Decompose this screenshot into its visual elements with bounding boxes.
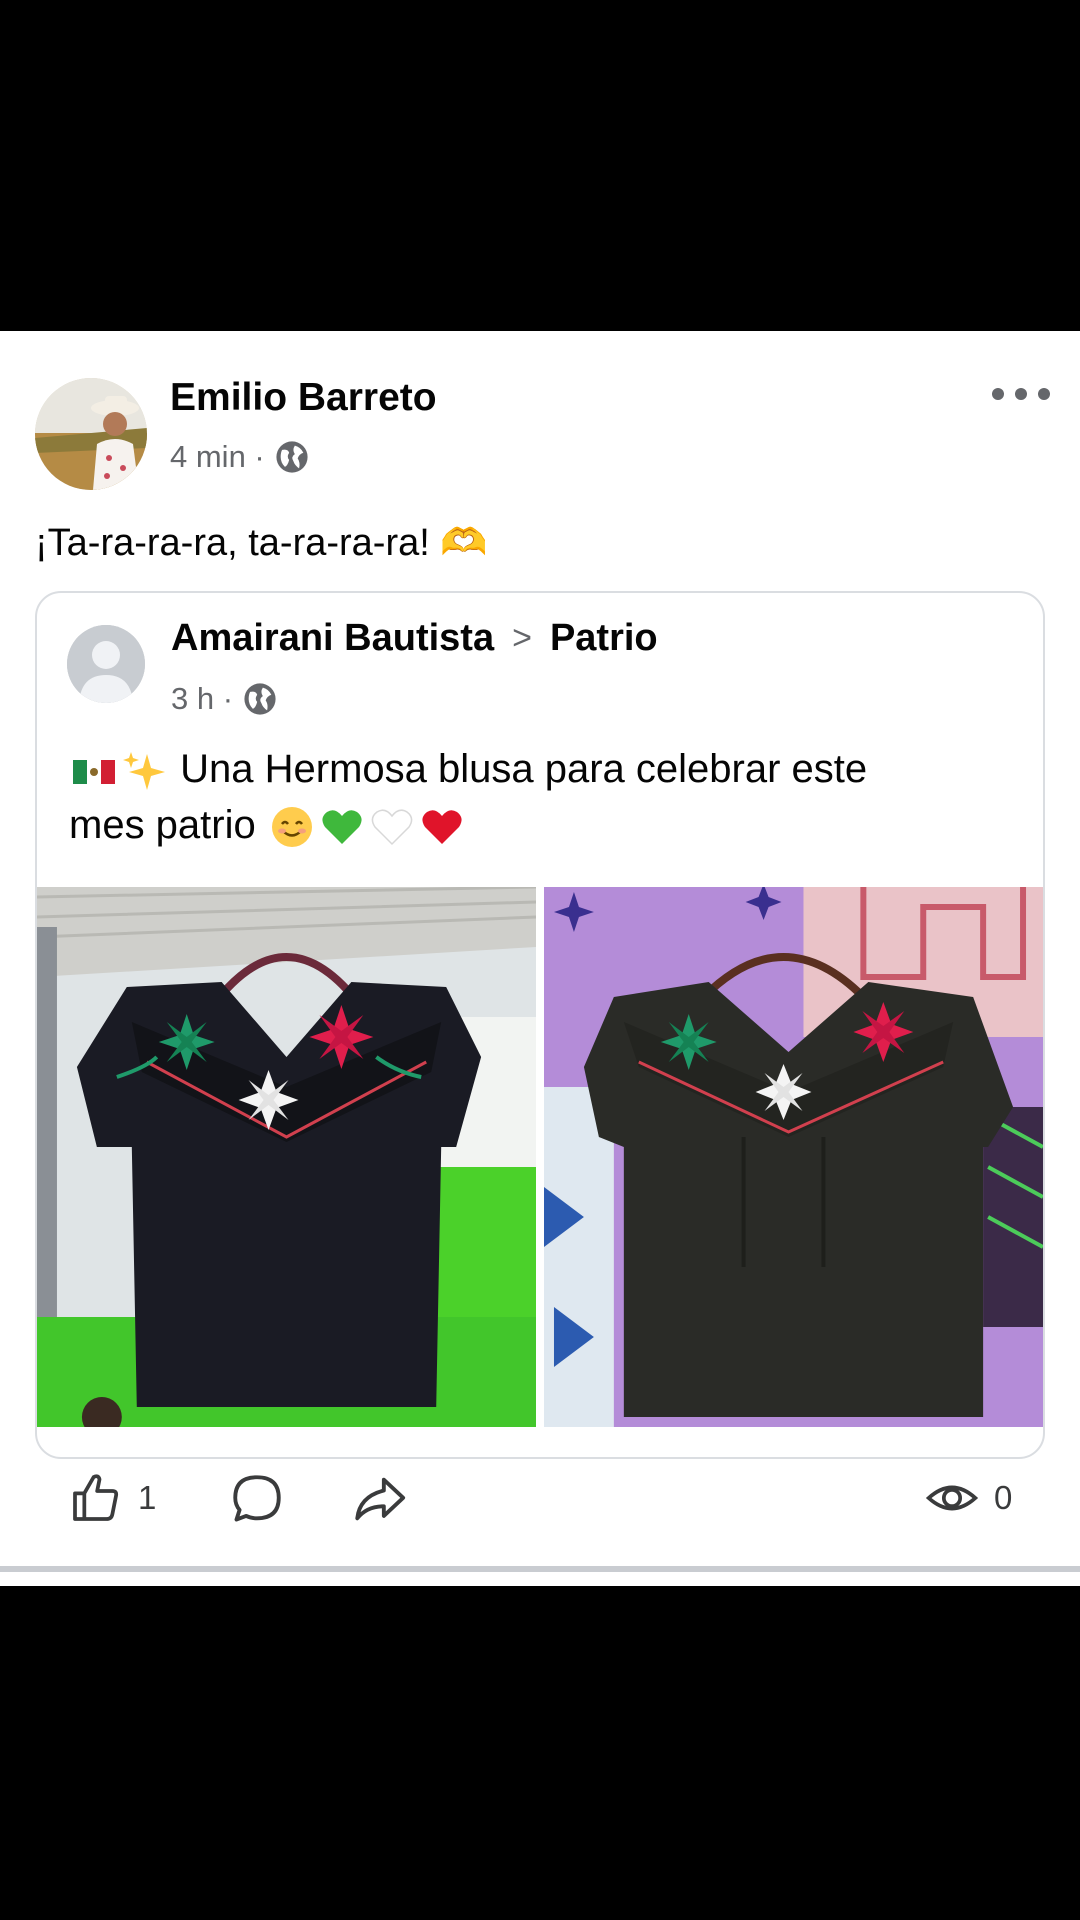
post-text: ¡Ta-ra-ra-ra, ta-ra-ra-ra! 🫶 bbox=[35, 522, 488, 564]
chevron-right-icon: > bbox=[512, 619, 532, 657]
post-time: 4 min · bbox=[170, 439, 265, 474]
like-button[interactable]: 1 bbox=[68, 1470, 156, 1526]
shared-author-avatar[interactable] bbox=[67, 625, 145, 703]
shared-post-meta: 3 h · bbox=[171, 681, 277, 717]
photo-grid bbox=[37, 887, 1043, 1427]
shared-author-name[interactable]: Amairani Bautista bbox=[171, 617, 494, 660]
shared-group-name[interactable]: Patrio bbox=[550, 617, 658, 660]
post-action-bar: 1 0 bbox=[0, 1456, 1080, 1536]
white-heart-emoji bbox=[371, 809, 413, 846]
shared-post-text: Una Hermosa blusa para celebrar este mes… bbox=[69, 741, 1019, 853]
post-divider bbox=[0, 1566, 1080, 1572]
shared-post-time: 3 h · bbox=[171, 681, 234, 716]
shared-text-line2: mes patrio bbox=[69, 803, 256, 847]
globe-icon bbox=[244, 683, 276, 715]
globe-icon bbox=[276, 441, 308, 473]
more-icon bbox=[992, 388, 1004, 400]
author-name[interactable]: Emilio Barreto bbox=[170, 376, 437, 420]
eye-icon bbox=[925, 1485, 979, 1511]
shared-author-line: Amairani Bautista > Patrio bbox=[171, 617, 658, 660]
shared-text-line1: Una Hermosa blusa para celebrar este bbox=[180, 747, 868, 791]
author-avatar[interactable] bbox=[35, 378, 147, 490]
more-options-button[interactable] bbox=[992, 377, 1050, 411]
photo-2[interactable] bbox=[544, 887, 1043, 1427]
top-letterbox bbox=[0, 0, 1080, 331]
shared-post-card[interactable]: Amairani Bautista > Patrio 3 h · Una Her… bbox=[35, 591, 1045, 1459]
mexico-flag-icon bbox=[73, 760, 115, 785]
green-heart-emoji bbox=[322, 810, 362, 845]
like-count: 1 bbox=[138, 1479, 157, 1516]
like-icon bbox=[73, 1474, 119, 1521]
comment-icon bbox=[233, 1475, 281, 1522]
views-indicator: 0 bbox=[924, 1470, 1012, 1526]
post-meta: 4 min · bbox=[170, 439, 309, 475]
smile-emoji bbox=[271, 807, 312, 848]
post-card: Emilio Barreto 4 min · ¡Ta-ra-ra-ra, ta-… bbox=[0, 331, 1080, 1586]
photo-1[interactable] bbox=[37, 887, 536, 1427]
share-button[interactable] bbox=[350, 1470, 408, 1528]
sparkles-icon bbox=[123, 752, 165, 791]
red-heart-emoji bbox=[422, 810, 462, 845]
comment-button[interactable] bbox=[228, 1470, 286, 1528]
share-icon bbox=[355, 1477, 406, 1521]
views-count: 0 bbox=[994, 1479, 1013, 1516]
bottom-letterbox bbox=[0, 1586, 1080, 1920]
